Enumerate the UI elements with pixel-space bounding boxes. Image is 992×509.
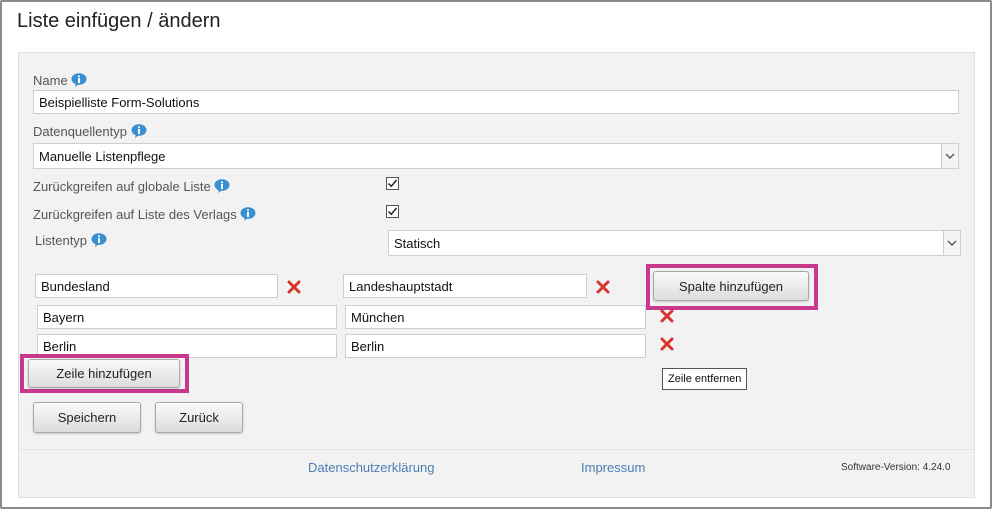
footer-divider (19, 449, 974, 450)
save-button[interactable]: Speichern (33, 402, 141, 433)
datasource-selected: Manuelle Listenpflege (39, 148, 166, 164)
name-label: Name (33, 73, 68, 88)
info-icon[interactable] (131, 124, 147, 138)
chevron-down-icon[interactable] (941, 144, 958, 168)
software-version: Software-Version: 4.24.0 (841, 462, 951, 473)
table-cell-input[interactable]: Bayern (37, 305, 337, 329)
listtype-label: Listentyp (35, 233, 88, 248)
column-header-input[interactable]: Bundesland (35, 274, 278, 298)
checkmark-icon (387, 179, 398, 188)
delete-icon[interactable] (660, 337, 674, 351)
remove-row-tooltip: Zeile entfernen (662, 368, 748, 390)
datasource-label: Datenquellentyp (33, 124, 127, 139)
publisher-list-label-row: Zurückgreifen auf Liste des Verlags (33, 207, 256, 222)
datasource-label-row: Datenquellentyp (33, 124, 147, 139)
chevron-down-icon[interactable] (943, 231, 960, 255)
listtype-selected: Statisch (394, 235, 441, 251)
info-icon[interactable] (91, 233, 107, 247)
privacy-link[interactable]: Datenschutzerklärung (308, 460, 434, 475)
back-button[interactable]: Zurück (155, 402, 243, 433)
global-list-label-row: Zurückgreifen auf globale Liste (33, 179, 230, 194)
name-label-row: Name (33, 73, 87, 88)
delete-icon[interactable] (287, 280, 301, 294)
listtype-select[interactable]: Statisch (388, 230, 961, 256)
table-cell-input[interactable]: Berlin (345, 334, 646, 358)
delete-icon[interactable] (596, 280, 610, 294)
info-icon[interactable] (240, 207, 256, 221)
table-cell-input[interactable]: München (345, 305, 646, 329)
checkmark-icon (387, 207, 398, 216)
imprint-link[interactable]: Impressum (581, 460, 645, 475)
page-title: Liste einfügen / ändern (17, 10, 221, 32)
name-input[interactable]: Beispielliste Form-Solutions (33, 90, 959, 114)
publisher-list-label: Zurückgreifen auf Liste des Verlags (33, 207, 237, 222)
global-list-checkbox[interactable] (386, 177, 399, 190)
column-header-input[interactable]: Landeshauptstadt (343, 274, 587, 298)
delete-icon[interactable] (660, 309, 674, 323)
form-panel: Name Beispielliste Form-Solutions Datenq… (18, 52, 975, 498)
info-icon[interactable] (214, 179, 230, 193)
info-icon[interactable] (71, 73, 87, 87)
listtype-label-row: Listentyp (35, 233, 107, 248)
add-row-button[interactable]: Zeile hinzufügen (28, 359, 180, 388)
datasource-select[interactable]: Manuelle Listenpflege (33, 143, 959, 169)
publisher-list-checkbox[interactable] (386, 205, 399, 218)
add-column-button[interactable]: Spalte hinzufügen (653, 271, 809, 301)
global-list-label: Zurückgreifen auf globale Liste (33, 179, 211, 194)
